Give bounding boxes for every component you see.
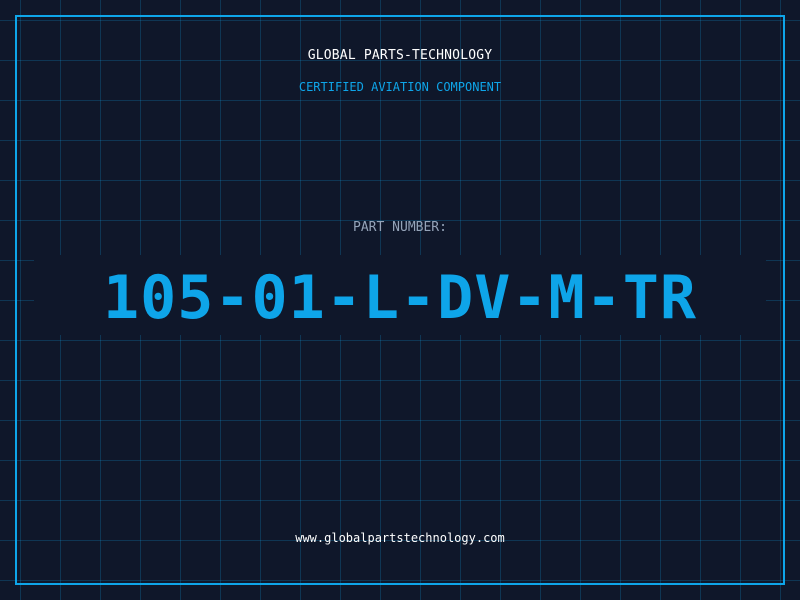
- certification-subtitle: CERTIFIED AVIATION COMPONENT: [298, 80, 502, 94]
- website-url: www.globalpartstechnology.com: [295, 531, 505, 545]
- part-label-card: GLOBAL PARTS-TECHNOLOGY CERTIFIED AVIATI…: [0, 0, 800, 600]
- part-number-value: 105-01-L-DV-M-TR: [103, 263, 697, 333]
- part-number-label: PART NUMBER:: [353, 220, 447, 235]
- company-name: GLOBAL PARTS-TECHNOLOGY: [307, 48, 493, 63]
